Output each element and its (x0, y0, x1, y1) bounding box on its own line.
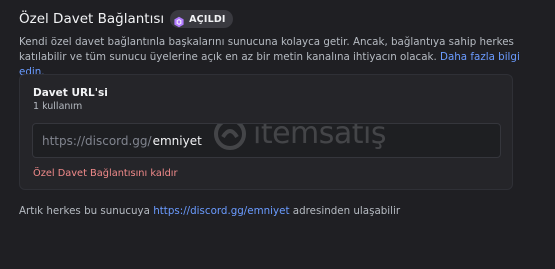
url-prefix: https://discord.gg/ (42, 133, 152, 148)
invite-url-label: Davet URL'si (33, 87, 108, 99)
availability-note: Artık herkes bu sunucuya https://discord… (19, 205, 400, 217)
usage-count: 1 kullanım (33, 101, 83, 112)
vanity-url-settings: Özel Davet Bağlantısı AÇILDI Kendi özel … (0, 0, 555, 269)
footer-text-before: Artık herkes bu sunucuya (19, 205, 150, 217)
vanity-code-input[interactable] (151, 133, 453, 148)
badge-label: AÇILDI (189, 13, 226, 25)
invite-url-card: Davet URL'si 1 kullanım https://discord.… (19, 74, 513, 190)
unlocked-badge: AÇILDI (170, 10, 233, 28)
invite-link[interactable]: https://discord.gg/emniyet (153, 205, 289, 217)
invite-url-field[interactable]: https://discord.gg/ itemsatış (32, 123, 501, 158)
boost-gem-icon (173, 13, 185, 28)
section-header: Özel Davet Bağlantısı AÇILDI (19, 10, 233, 28)
section-title: Özel Davet Bağlantısı (19, 11, 165, 27)
footer-text-after: adresinden ulaşabilir (292, 205, 401, 217)
remove-vanity-url-button[interactable]: Özel Davet Bağlantısını kaldır (33, 168, 178, 179)
